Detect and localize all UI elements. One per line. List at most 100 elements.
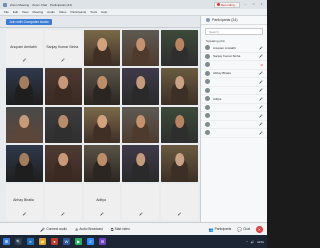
- video-tile[interactable]: 🎤: [44, 183, 82, 220]
- video-tile[interactable]: [44, 145, 82, 182]
- taskbar-app-icon[interactable]: ⊞: [3, 238, 10, 245]
- participant-face: [58, 114, 68, 128]
- video-tile[interactable]: Abhay Bhatia 🎤: [6, 183, 43, 220]
- mic-icon[interactable]: 🎤: [259, 97, 263, 101]
- taskbar-app-icon[interactable]: e: [27, 238, 34, 245]
- video-gallery: Anupam Amitabh 🎤 Sanjay Kumar Sinha 🎤 Abhay …: [6, 30, 198, 220]
- participant-list-item[interactable]: 🎤: [201, 112, 267, 121]
- participant-face: [19, 114, 30, 128]
- video-tile[interactable]: [83, 145, 121, 182]
- tray-item[interactable]: ^: [246, 240, 247, 244]
- participant-list-item[interactable]: Anupam Amitabh 🎤: [201, 44, 267, 53]
- mic-icon[interactable]: 🎤: [259, 46, 263, 50]
- menu-item-file[interactable]: File: [4, 10, 9, 14]
- participant-list-item[interactable]: 🎤: [201, 104, 267, 112]
- participant-list-item[interactable]: 🎤: [201, 129, 267, 138]
- maximize-button[interactable]: □: [251, 2, 256, 7]
- participant-list-item[interactable]: ⊘: [201, 61, 267, 70]
- mic-icon[interactable]: 🎤: [259, 80, 263, 84]
- video-tile[interactable]: [122, 106, 160, 144]
- participant-face: [174, 38, 185, 52]
- participant-list-item[interactable]: 🎤: [201, 121, 267, 129]
- mic-icon[interactable]: 🎤: [259, 71, 263, 75]
- mic-icon[interactable]: 🎤: [259, 88, 263, 92]
- video-tile[interactable]: Aditya 🎤: [83, 183, 121, 220]
- toolbar-button-audio-broadcast[interactable]: ⊕ Audio Broadcast: [75, 227, 103, 232]
- video-tile[interactable]: [83, 106, 121, 144]
- toolbar-button-chat[interactable]: 💬 Chat: [237, 227, 250, 232]
- video-tile[interactable]: [161, 145, 198, 182]
- video-tile[interactable]: [161, 68, 198, 105]
- video-tile[interactable]: 🎤: [161, 183, 198, 220]
- menu-item-participants[interactable]: Participants: [70, 10, 86, 14]
- video-tile[interactable]: [6, 68, 43, 105]
- avatar: [205, 113, 210, 119]
- toolbar-button-start-video[interactable]: ⧉ Start video: [111, 227, 130, 232]
- video-tile[interactable]: [44, 68, 82, 105]
- title-item-3[interactable]: Participants (24): [50, 3, 72, 7]
- video-tile[interactable]: [122, 68, 160, 105]
- menu-item-help[interactable]: Help: [101, 10, 107, 14]
- video-tile[interactable]: Anupam Amitabh 🎤: [6, 30, 43, 67]
- participant-face: [97, 38, 107, 52]
- mic-icon[interactable]: 🎤: [259, 54, 263, 58]
- video-tile[interactable]: [83, 68, 121, 105]
- taskbar-app-icon[interactable]: ●: [51, 238, 58, 245]
- recording-indicator[interactable]: Recording...: [213, 1, 240, 8]
- minimize-button[interactable]: –: [243, 2, 248, 7]
- video-tile[interactable]: [161, 106, 198, 144]
- mic-icon[interactable]: 🎤: [259, 131, 263, 135]
- video-tile[interactable]: [161, 30, 198, 67]
- participant-list-item[interactable]: Sanjay Kumar Sinha 🎤: [201, 53, 267, 61]
- video-tile[interactable]: Sanjay Kumar Sinha 🎤: [44, 30, 82, 67]
- join-audio-button[interactable]: Join with Computer Audio: [6, 18, 52, 25]
- participant-list-item[interactable]: 🎤: [201, 87, 267, 95]
- participant-face: [97, 114, 107, 128]
- menu-item-tools[interactable]: Tools: [90, 10, 97, 14]
- toolbar-button-connect-audio[interactable]: 🎤 Connect audio: [40, 227, 67, 232]
- video-tile[interactable]: [6, 145, 43, 182]
- toolbar-button-participants[interactable]: 👥 Participants: [209, 227, 232, 232]
- close-button[interactable]: ×: [259, 2, 264, 7]
- menu-item-edit[interactable]: Edit: [13, 10, 18, 14]
- tile-mic-icon: 🎤: [138, 212, 143, 216]
- participant-list-item[interactable]: Abhay Bhatia 🎤: [201, 70, 267, 78]
- taskbar-app-icon[interactable]: 📁: [39, 238, 46, 245]
- menu-item-audio[interactable]: Audio: [47, 10, 55, 14]
- panel-title: Participants (24): [212, 17, 238, 22]
- taskbar-app-icon[interactable]: 🔍: [15, 238, 22, 245]
- toolbar-label: Start video: [114, 227, 130, 231]
- mic-icon[interactable]: 🎤: [259, 114, 263, 118]
- participant-list-item[interactable]: 🎤: [201, 78, 267, 87]
- menu-item-video[interactable]: Video: [59, 10, 67, 14]
- taskbar-app-icon[interactable]: ▶: [75, 238, 82, 245]
- mic-icon[interactable]: 🎤: [259, 122, 263, 126]
- title-bar: Zoom Meeting Zoom Chat Participants (24)…: [0, 0, 267, 9]
- toolbar-icon: ⊕: [74, 226, 79, 232]
- tray-item[interactable]: 🔊: [251, 240, 255, 244]
- mic-icon[interactable]: 🎤: [259, 105, 263, 109]
- title-item-2[interactable]: Zoom Chat: [32, 3, 47, 7]
- participant-list-item[interactable]: Aditya 🎤: [201, 95, 267, 104]
- video-tile[interactable]: [122, 30, 160, 67]
- participant-face: [58, 153, 68, 167]
- tray-item[interactable]: ENG: [257, 240, 264, 244]
- video-tile[interactable]: 🎤: [122, 183, 160, 220]
- participants-panel: Participants (24) Search Speaking (24) A…: [200, 16, 267, 222]
- menu-item-view[interactable]: View: [22, 10, 28, 14]
- video-tile[interactable]: [44, 106, 82, 144]
- mic-muted-icon[interactable]: ⊘: [260, 63, 263, 67]
- tile-mic-icon: 🎤: [100, 212, 104, 216]
- leave-meeting-button[interactable]: ✕: [255, 225, 263, 233]
- system-tray: ^ 🔊 ENG: [246, 240, 264, 244]
- taskbar-app-icon[interactable]: W: [63, 238, 70, 245]
- video-tile[interactable]: [83, 30, 121, 67]
- menu-item-meeting[interactable]: Meeting: [32, 10, 43, 14]
- video-tile[interactable]: [6, 106, 43, 144]
- video-tile[interactable]: [122, 145, 160, 182]
- taskbar-app-icon[interactable]: ✉: [99, 238, 106, 245]
- zoom-window: Zoom Meeting Zoom Chat Participants (24)…: [0, 0, 267, 248]
- taskbar-app-icon[interactable]: Z: [87, 238, 94, 245]
- participant-search-input[interactable]: Search: [205, 28, 263, 35]
- participant-face: [97, 153, 107, 167]
